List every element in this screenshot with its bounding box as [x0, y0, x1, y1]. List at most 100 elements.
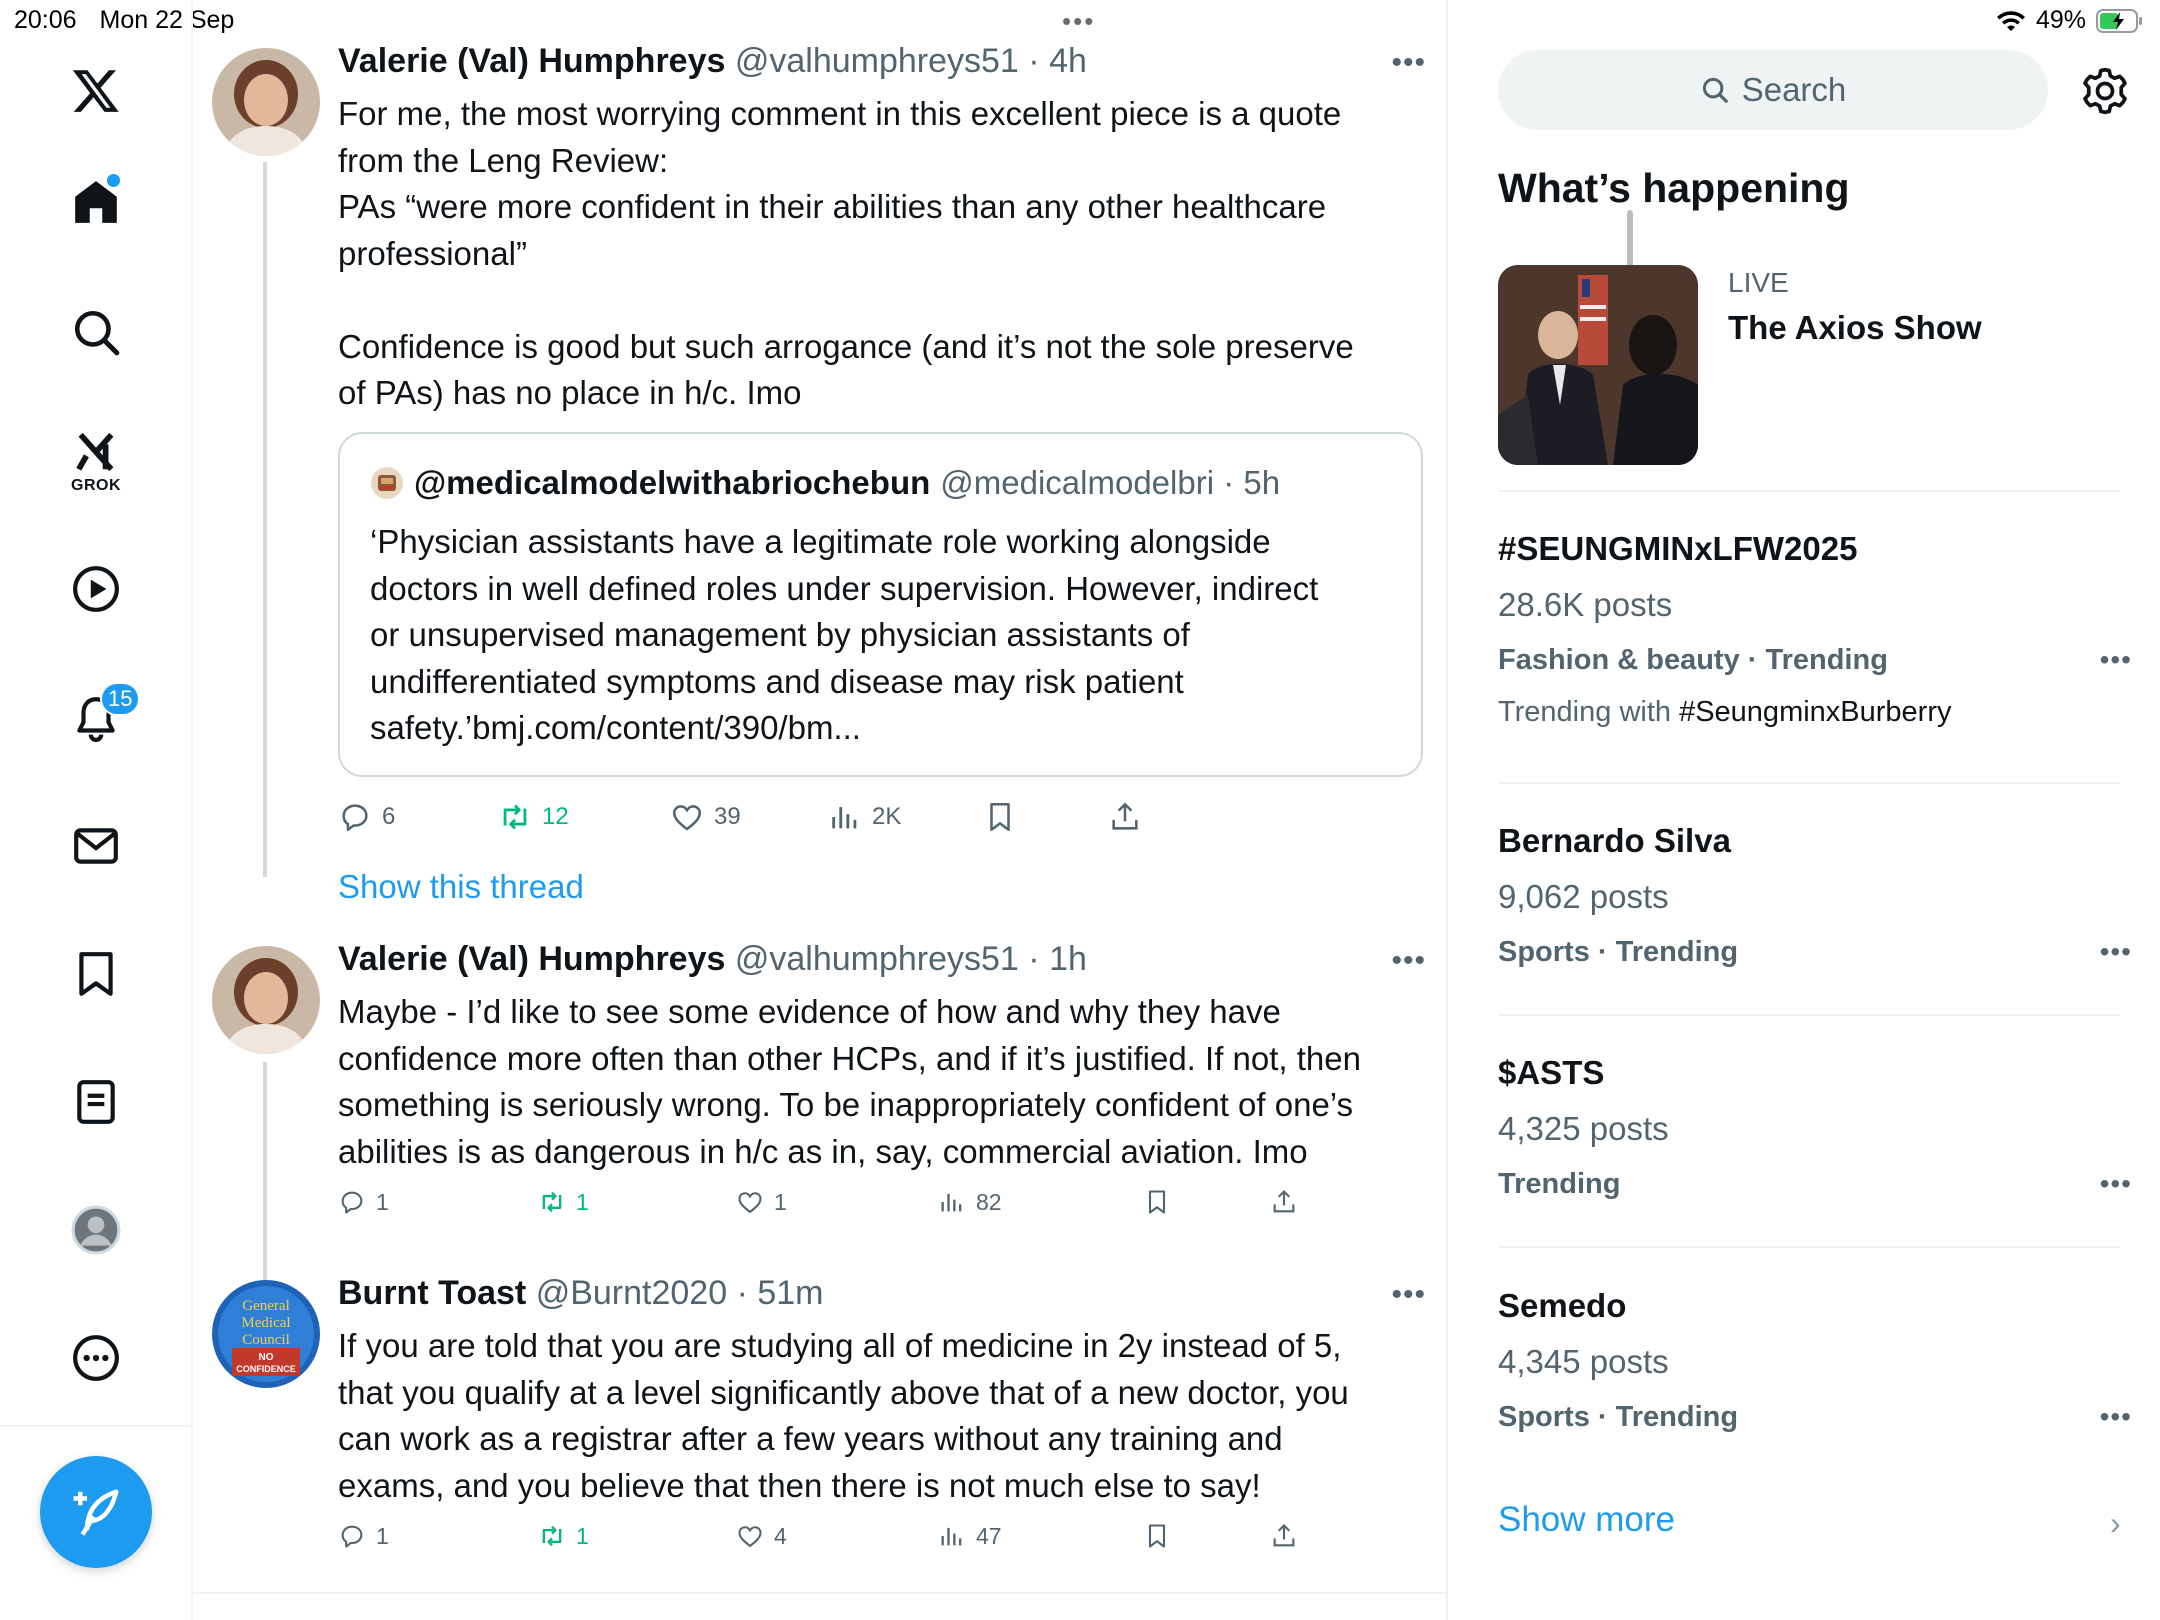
- trend-count: 9,062 posts: [1498, 878, 1669, 915]
- home-icon[interactable]: [52, 158, 140, 246]
- bookmark-icon[interactable]: [52, 930, 140, 1018]
- avatar-text: Medical: [241, 1315, 290, 1331]
- author-handle[interactable]: @Burnt2020: [536, 1274, 727, 1312]
- tweet-time[interactable]: 4h: [1049, 42, 1087, 80]
- trend-count: 4,325 posts: [1498, 1110, 1669, 1147]
- like-button[interactable]: 39: [670, 800, 741, 834]
- trend-more-icon[interactable]: •••: [2100, 936, 2132, 968]
- quote-line: ‘Physician assistants have a legitimate …: [370, 523, 1271, 560]
- gear-icon[interactable]: [2080, 66, 2130, 116]
- bookmark-button[interactable]: [1143, 1188, 1171, 1216]
- tweet-more-icon[interactable]: •••: [1391, 1278, 1426, 1312]
- tweet-time[interactable]: 51m: [757, 1274, 823, 1312]
- avatar[interactable]: General Medical Council NO CONFIDENCE: [212, 1280, 320, 1388]
- chevron-right-icon[interactable]: ›: [2110, 1505, 2121, 1542]
- views-button[interactable]: 47: [938, 1522, 1002, 1550]
- reply-count: 1: [376, 1188, 389, 1215]
- like-button[interactable]: 4: [736, 1522, 787, 1550]
- tweet-time[interactable]: 1h: [1049, 940, 1087, 978]
- tweet-actions: 1 1 4 47: [338, 1522, 1338, 1572]
- feed-divider: [193, 1592, 1448, 1594]
- reply-button[interactable]: 1: [338, 1522, 389, 1550]
- repost-button[interactable]: 1: [538, 1522, 589, 1550]
- quote-time[interactable]: 5h: [1243, 464, 1280, 501]
- right-sidebar: Search What’s happening LIVE The Axios S…: [1450, 0, 2160, 1620]
- author-name[interactable]: Valerie (Val) Humphreys: [338, 940, 725, 978]
- share-button[interactable]: [1270, 1522, 1298, 1550]
- grok-label: GROK: [71, 477, 121, 494]
- reply-button[interactable]: 6: [338, 800, 395, 834]
- avatar-text: NO: [259, 1352, 274, 1363]
- search-icon[interactable]: [52, 288, 140, 376]
- quote-avatar[interactable]: [370, 466, 404, 500]
- trend-category: Trending: [1498, 1168, 1621, 1200]
- quote-text: ‘Physician assistants have a legitimate …: [370, 519, 1400, 752]
- tweet-line: For me, the most worrying comment in thi…: [338, 95, 1342, 132]
- repost-button[interactable]: 12: [498, 800, 569, 834]
- profile-icon[interactable]: [52, 1186, 140, 1274]
- author-handle[interactable]: @valhumphreys51: [735, 940, 1019, 978]
- lists-icon[interactable]: [52, 1058, 140, 1146]
- views-button[interactable]: 2K: [828, 800, 901, 834]
- views-icon: [941, 1193, 962, 1212]
- avatar[interactable]: [212, 48, 320, 156]
- bookmark-icon: [1148, 1524, 1166, 1548]
- quote-author-name[interactable]: @medicalmodelwithabriochebun: [414, 464, 930, 502]
- trend-count: 28.6K posts: [1498, 586, 1673, 623]
- compose-button[interactable]: [40, 1456, 152, 1568]
- tweet-more-icon[interactable]: •••: [1391, 46, 1426, 80]
- live-event-card[interactable]: LIVE The Axios Show: [1498, 265, 2148, 465]
- author-handle[interactable]: @valhumphreys51: [735, 42, 1019, 80]
- author-name[interactable]: Burnt Toast: [338, 1274, 526, 1312]
- reply-button[interactable]: 1: [338, 1188, 389, 1216]
- like-icon: [738, 1526, 762, 1548]
- tweet-line: If you are told that you are studying al…: [338, 1327, 1342, 1364]
- more-icon[interactable]: [52, 1314, 140, 1402]
- views-button[interactable]: 82: [938, 1188, 1002, 1216]
- quote-author-handle[interactable]: @medicalmodelbri: [940, 464, 1214, 501]
- like-count: 4: [774, 1522, 787, 1549]
- share-button[interactable]: [1270, 1188, 1298, 1216]
- search-icon: [1702, 77, 1728, 103]
- tweet-header: Burnt Toast @Burnt2020 · 51m: [338, 1274, 824, 1312]
- divider: [1498, 490, 2120, 492]
- tweet-line: Confidence is good but such arrogance (a…: [338, 327, 1354, 365]
- tweet-line: of PAs) has no place in h/c. Imo: [338, 374, 802, 411]
- trend-more-icon[interactable]: •••: [2100, 1401, 2132, 1433]
- avatar[interactable]: [212, 946, 320, 1054]
- timeline-feed: Valerie (Val) Humphreys @valhumphreys51 …: [193, 0, 1633, 1620]
- mail-icon[interactable]: [52, 802, 140, 890]
- author-name[interactable]: Valerie (Val) Humphreys: [338, 42, 725, 80]
- tweet-line: Maybe - I’d like to see some evidence of…: [338, 993, 1281, 1030]
- trend-count: 4,345 posts: [1498, 1343, 1669, 1380]
- like-button[interactable]: 1: [736, 1188, 787, 1216]
- bookmark-button[interactable]: [983, 800, 1017, 834]
- search-placeholder: Search: [1741, 71, 1847, 108]
- trend-with-prefix: Trending with: [1498, 696, 1672, 728]
- reply-icon: [341, 1525, 363, 1548]
- show-thread-link[interactable]: Show this thread: [338, 868, 584, 906]
- video-icon[interactable]: [52, 545, 140, 633]
- trend-with-tag[interactable]: #SeungminxBurberry: [1679, 696, 1951, 728]
- trend-more-icon[interactable]: •••: [2100, 1168, 2132, 1200]
- bookmark-button[interactable]: [1143, 1522, 1171, 1550]
- search-input[interactable]: Search: [1498, 50, 2048, 130]
- repost-button[interactable]: 1: [538, 1188, 589, 1216]
- home-unread-dot: [107, 174, 120, 187]
- avatar-text: General: [242, 1298, 289, 1314]
- trend-more-icon[interactable]: •••: [2100, 644, 2132, 676]
- views-count: 2K: [872, 803, 902, 830]
- tweet-more-icon[interactable]: •••: [1391, 944, 1426, 978]
- share-button[interactable]: [1108, 800, 1142, 834]
- reply-icon: [342, 804, 368, 832]
- show-more-link[interactable]: Show more: [1498, 1500, 1675, 1540]
- live-label: LIVE: [1728, 267, 1789, 298]
- reply-count: 1: [376, 1522, 389, 1549]
- repost-count: 1: [576, 1522, 589, 1549]
- tweet-header: Valerie (Val) Humphreys @valhumphreys51 …: [338, 42, 1087, 80]
- grok-icon[interactable]: GROK: [52, 418, 140, 506]
- x-logo-icon[interactable]: [52, 46, 140, 134]
- live-thumbnail[interactable]: [1498, 265, 1698, 465]
- quoted-tweet[interactable]: @medicalmodelwithabriochebun @medicalmod…: [338, 432, 1423, 777]
- bell-icon[interactable]: 15: [52, 674, 141, 762]
